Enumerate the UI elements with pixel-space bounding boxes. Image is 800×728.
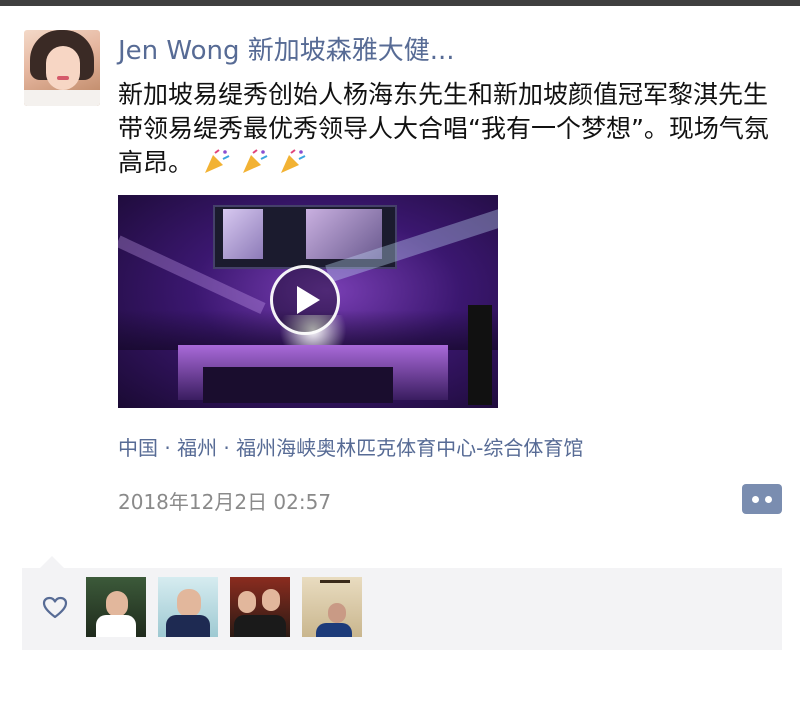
liker-avatar-4[interactable] [302,577,362,637]
avatar-head [238,591,256,613]
post-text: 新加坡易缇秀创始人杨海东先生和新加坡颜值冠军黎淇先生带领易缇秀最优秀领导人大合唱… [118,78,778,180]
post-timestamp: 2018年12月2日 02:57 [118,490,332,514]
liker-avatar-1[interactable] [86,577,146,637]
stage-front [203,367,393,403]
avatar-head [328,603,346,623]
comment-more-button[interactable] [742,484,782,514]
avatar-body [234,615,286,637]
avatar-body [316,623,352,637]
dot-icon [752,496,759,503]
dot-icon [765,496,772,503]
avatar-head [262,589,280,611]
avatar-lips [57,76,69,80]
avatar-body [166,615,210,637]
heart-outline-icon [42,596,68,619]
location-link[interactable]: 中国 · 福州 · 福州海峡奥林匹克体育中心-综合体育馆 [118,432,583,461]
party-popper-icon [201,148,307,177]
video-thumbnail[interactable] [118,195,498,408]
username-link[interactable]: Jen Wong 新加坡森雅大健... [118,30,455,67]
liker-avatar-2[interactable] [158,577,218,637]
avatar-head [177,589,201,617]
speaker-pillar [468,305,492,405]
calligraphy-scroll [320,580,350,591]
top-status-bar [0,0,800,6]
avatar-shirt [24,90,100,106]
liker-avatar-3[interactable] [230,577,290,637]
likes-panel-arrow [40,556,64,568]
avatar-head [106,591,128,617]
play-button[interactable] [270,265,340,335]
user-avatar[interactable] [24,30,100,106]
avatar-face [46,46,80,90]
stage-screen-image [223,209,263,259]
play-icon [297,286,320,314]
avatar-body [96,615,136,637]
